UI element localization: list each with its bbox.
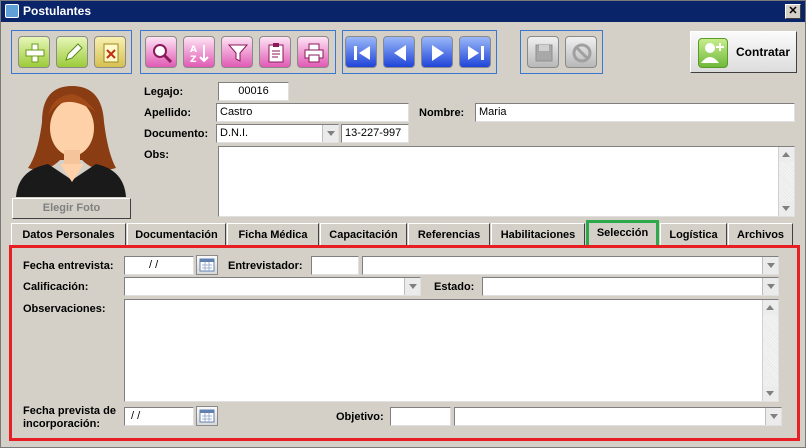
clipboard-icon: [268, 43, 284, 63]
toolbar-edit-group: [11, 30, 132, 74]
entrevistador-label: Entrevistador:: [228, 260, 303, 272]
tab-logistica[interactable]: Logística: [660, 223, 727, 245]
legajo-label: Legajo:: [144, 86, 184, 98]
entrevistador-select[interactable]: [362, 256, 779, 275]
fecha-prevista-calendar-button[interactable]: [196, 406, 218, 426]
add-button[interactable]: [18, 36, 50, 68]
search-icon: [153, 44, 173, 64]
filter-button[interactable]: [221, 36, 253, 68]
scroll-down-icon[interactable]: [779, 201, 794, 216]
close-button[interactable]: ✕: [785, 4, 801, 19]
next-record-button[interactable]: [421, 36, 453, 68]
toolbar-tools-group: AZ: [140, 30, 336, 74]
app-icon: [5, 4, 19, 18]
tab-archivos[interactable]: Archivos: [728, 223, 793, 245]
postulantes-window: Postulantes ✕ AZ Contratar Elegir Foto L…: [0, 0, 806, 448]
objetivo-label: Objetivo:: [336, 411, 384, 423]
last-record-icon: [468, 46, 484, 60]
first-record-icon: [354, 46, 370, 60]
tab-seleccion[interactable]: Selección: [586, 220, 659, 245]
clipboard-button[interactable]: [259, 36, 291, 68]
toolbar-save-group: [520, 30, 603, 74]
objetivo-code-field[interactable]: [390, 407, 451, 426]
tab-datos-personales[interactable]: Datos Personales: [11, 223, 126, 245]
toolbar-navigation-group: [342, 30, 497, 74]
print-icon: [304, 43, 324, 63]
elegir-foto-button[interactable]: Elegir Foto: [12, 198, 131, 219]
documento-tipo-select[interactable]: D.N.I.: [216, 124, 339, 143]
prev-record-icon: [394, 45, 406, 61]
scroll-down-icon[interactable]: [763, 386, 778, 401]
title-bar: Postulantes ✕: [1, 1, 805, 22]
window-title: Postulantes: [23, 4, 92, 18]
fecha-prevista-label-line2: incorporación:: [23, 418, 101, 430]
fecha-entrevista-calendar-button[interactable]: [196, 255, 218, 275]
chevron-down-icon[interactable]: [765, 408, 781, 425]
fecha-prevista-field[interactable]: / /: [124, 407, 194, 426]
search-button[interactable]: [145, 36, 177, 68]
obs-scrollbar[interactable]: [778, 147, 794, 216]
estado-label: Estado:: [434, 281, 475, 293]
chevron-down-icon[interactable]: [762, 278, 778, 295]
edit-icon: [65, 43, 83, 61]
filter-icon: [227, 44, 249, 62]
cancel-icon: [572, 43, 592, 63]
observaciones-scrollbar[interactable]: [762, 300, 778, 401]
tab-capacitacion[interactable]: Capacitación: [320, 223, 407, 245]
legajo-field[interactable]: 00016: [218, 82, 289, 101]
sort-button[interactable]: AZ: [183, 36, 215, 68]
documento-label: Documento:: [144, 128, 209, 140]
add-user-icon: [698, 38, 728, 68]
chevron-down-icon[interactable]: [404, 278, 420, 295]
scroll-up-icon[interactable]: [763, 300, 778, 315]
fecha-prevista-label-line1: Fecha prevista de: [23, 405, 116, 417]
print-button[interactable]: [297, 36, 329, 68]
tab-documentacion[interactable]: Documentación: [127, 223, 226, 245]
scroll-up-icon[interactable]: [779, 147, 794, 162]
edit-button[interactable]: [56, 36, 88, 68]
calificacion-label: Calificación:: [23, 281, 89, 293]
first-record-button[interactable]: [345, 36, 377, 68]
fecha-entrevista-label: Fecha entrevista:: [23, 260, 114, 272]
save-button[interactable]: [527, 36, 559, 68]
estado-select[interactable]: [482, 277, 779, 296]
last-record-button[interactable]: [459, 36, 491, 68]
tab-ficha-medica[interactable]: Ficha Médica: [227, 223, 319, 245]
apellido-field[interactable]: Castro: [216, 103, 409, 122]
nombre-field[interactable]: Maria: [475, 103, 795, 122]
sort-icon: AZ: [190, 45, 209, 64]
documento-tipo-value: D.N.I.: [220, 127, 249, 139]
chevron-down-icon[interactable]: [322, 125, 338, 142]
prev-record-button[interactable]: [383, 36, 415, 68]
tab-habilitaciones[interactable]: Habilitaciones: [491, 223, 585, 245]
avatar: [12, 82, 130, 197]
nombre-label: Nombre:: [419, 107, 465, 119]
chevron-down-icon[interactable]: [762, 257, 778, 274]
contratar-label: Contratar: [736, 45, 791, 59]
add-icon: [25, 43, 45, 63]
svg-text:A: A: [190, 45, 197, 55]
entrevistador-code-field[interactable]: [311, 256, 359, 275]
observaciones-textarea[interactable]: [124, 299, 779, 402]
contratar-button[interactable]: Contratar: [690, 31, 797, 73]
save-icon: [535, 44, 553, 62]
calendar-icon: [199, 258, 215, 272]
obs-textarea[interactable]: [218, 146, 795, 217]
tab-referencias[interactable]: Referencias: [408, 223, 490, 245]
cancel-button[interactable]: [565, 36, 597, 68]
observaciones-label: Observaciones:: [23, 303, 106, 315]
delete-icon: [103, 43, 119, 63]
apellido-label: Apellido:: [144, 107, 192, 119]
fecha-entrevista-field[interactable]: / /: [124, 256, 194, 275]
calificacion-select[interactable]: [124, 277, 421, 296]
obs-label: Obs:: [144, 149, 170, 161]
documento-numero-field[interactable]: 13-227-997: [341, 124, 409, 143]
next-record-icon: [432, 45, 444, 61]
objetivo-select[interactable]: [454, 407, 782, 426]
svg-text:Z: Z: [190, 55, 197, 64]
calendar-icon: [199, 409, 215, 423]
delete-button[interactable]: [94, 36, 126, 68]
